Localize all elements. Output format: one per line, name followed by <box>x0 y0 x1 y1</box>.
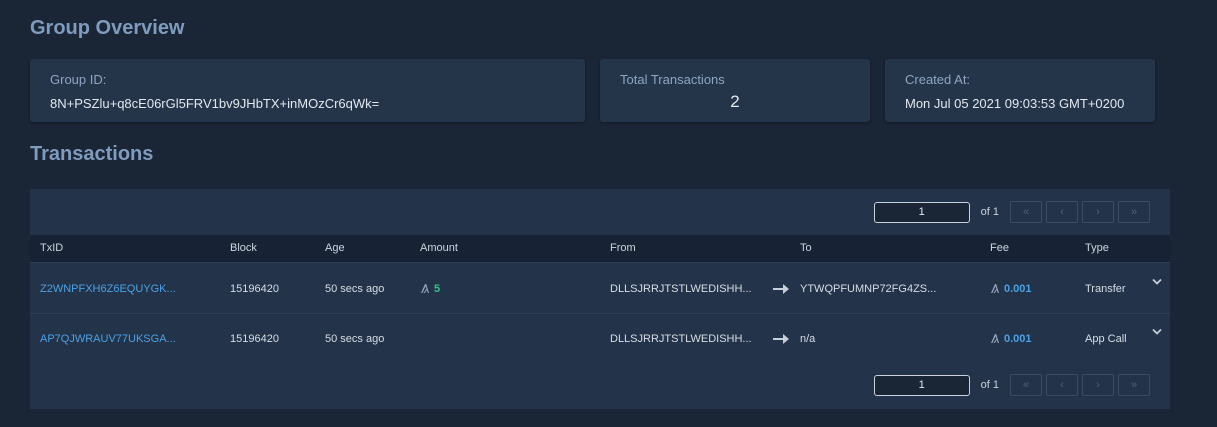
created-at-value: Mon Jul 05 2021 09:03:53 GMT+0200 <box>905 96 1125 111</box>
table-header: TxID Block Age Amount From To Fee Type <box>30 235 1170 263</box>
age-cell: 50 secs ago <box>325 333 385 345</box>
page-title: Group Overview <box>30 17 185 39</box>
algo-icon <box>991 334 999 343</box>
arrow-right-icon <box>773 334 789 344</box>
next-page-button[interactable]: › <box>1082 374 1114 396</box>
to-address[interactable]: YTWQPFUMNP72FG4ZS... <box>800 283 936 295</box>
age-cell: 50 secs ago <box>325 283 385 295</box>
chevron-down-icon[interactable] <box>1152 328 1162 336</box>
txid-link[interactable]: Z2WNPFXH6Z6EQUYGK... <box>40 283 176 295</box>
pagination-top: of 1 « ‹ › » <box>873 201 1150 223</box>
page-number-input[interactable] <box>873 201 970 223</box>
total-transactions-value: 2 <box>730 92 740 111</box>
group-page: Group Overview Group ID: 8N+PSZlu+q8cE06… <box>0 0 1217 427</box>
amount-value: 5 <box>434 283 441 295</box>
created-at-label: Created At: <box>905 72 971 87</box>
transactions-table: of 1 « ‹ › » TxID Block Age Amount From … <box>30 189 1170 409</box>
algo-icon <box>421 284 429 293</box>
to-address: n/a <box>800 333 816 345</box>
page-number-input[interactable] <box>873 374 970 396</box>
first-page-button[interactable]: « <box>1010 201 1042 223</box>
column-header-fee[interactable]: Fee <box>990 242 1009 254</box>
block-cell: 15196420 <box>230 283 279 295</box>
transactions-title: Transactions <box>30 143 154 165</box>
created-at-card: Created At: Mon Jul 05 2021 09:03:53 GMT… <box>885 59 1155 122</box>
type-cell: App Call <box>1085 333 1127 345</box>
block-cell: 15196420 <box>230 333 279 345</box>
page-of-label: of 1 <box>980 206 999 218</box>
page-of-label: of 1 <box>980 379 999 391</box>
column-header-age[interactable]: Age <box>325 242 345 254</box>
first-page-button[interactable]: « <box>1010 374 1042 396</box>
group-id-value: 8N+PSZlu+q8cE06rGl5FRV1bv9JHbTX+inMOzCr6… <box>50 96 380 111</box>
prev-page-button[interactable]: ‹ <box>1046 201 1078 223</box>
fee-value: 0.001 <box>1004 333 1032 345</box>
table-row: AP7QJWRAUV77UKSGA... 15196420 50 secs ag… <box>30 314 1170 364</box>
group-id-label: Group ID: <box>50 72 107 87</box>
fee-cell: 0.001 <box>990 333 1032 345</box>
column-header-txid[interactable]: TxID <box>40 242 63 254</box>
next-page-button[interactable]: › <box>1082 201 1114 223</box>
fee-cell: 0.001 <box>990 283 1032 295</box>
column-header-to[interactable]: To <box>800 242 812 254</box>
last-page-button[interactable]: » <box>1118 201 1150 223</box>
amount-cell: 5 <box>420 283 440 295</box>
pagination-bottom: of 1 « ‹ › » <box>873 374 1150 396</box>
from-address[interactable]: DLLSJRRJTSTLWEDISHH... <box>610 283 752 295</box>
arrow-right-icon <box>773 284 789 294</box>
column-header-type[interactable]: Type <box>1085 242 1109 254</box>
total-transactions-card: Total Transactions 2 <box>600 59 870 122</box>
last-page-button[interactable]: » <box>1118 374 1150 396</box>
chevron-down-icon[interactable] <box>1152 278 1162 286</box>
column-header-block[interactable]: Block <box>230 242 257 254</box>
type-cell: Transfer <box>1085 283 1126 295</box>
total-transactions-label: Total Transactions <box>620 72 725 87</box>
prev-page-button[interactable]: ‹ <box>1046 374 1078 396</box>
from-address[interactable]: DLLSJRRJTSTLWEDISHH... <box>610 333 752 345</box>
table-row: Z2WNPFXH6Z6EQUYGK... 15196420 50 secs ag… <box>30 264 1170 314</box>
txid-link[interactable]: AP7QJWRAUV77UKSGA... <box>40 333 176 345</box>
algo-icon <box>991 284 999 293</box>
column-header-from[interactable]: From <box>610 242 636 254</box>
fee-value: 0.001 <box>1004 283 1032 295</box>
column-header-amount[interactable]: Amount <box>420 242 458 254</box>
group-id-card: Group ID: 8N+PSZlu+q8cE06rGl5FRV1bv9JHbT… <box>30 59 585 122</box>
